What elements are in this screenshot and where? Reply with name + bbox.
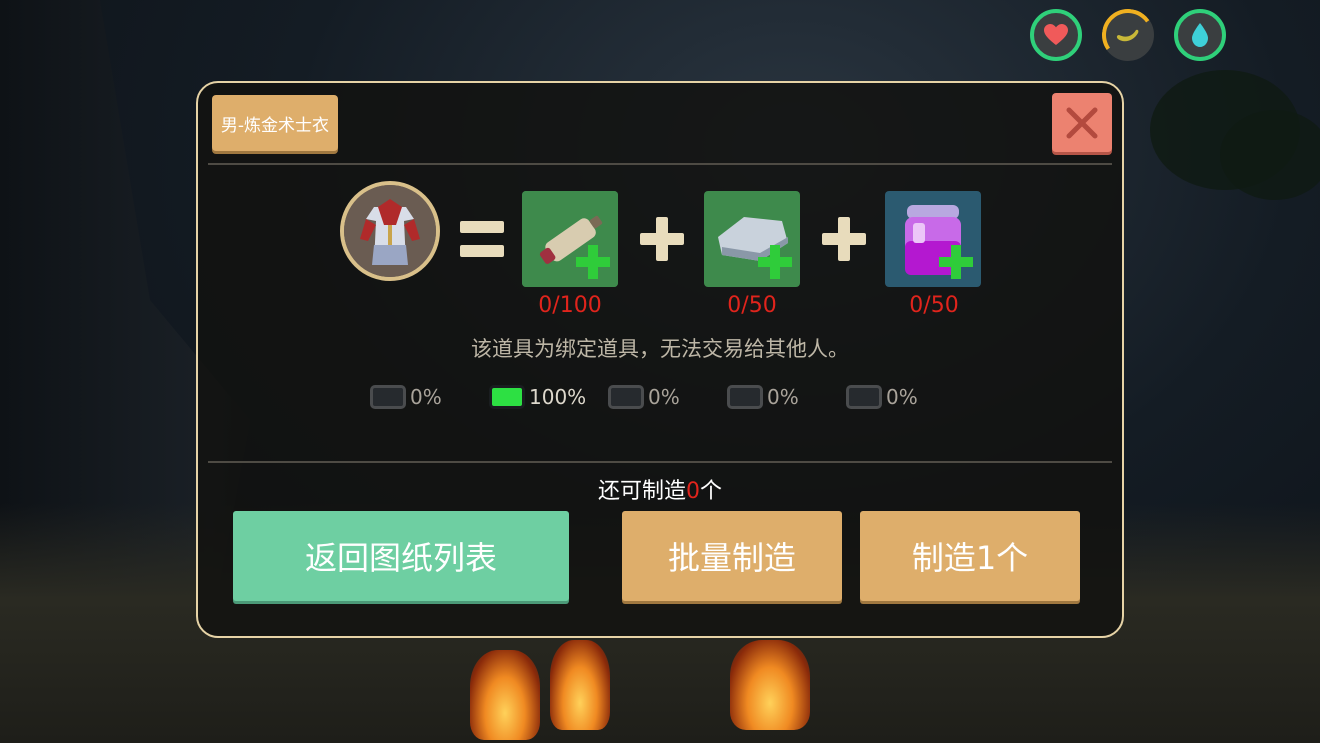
health-status-icon: [1030, 9, 1082, 61]
chance-checkbox: [370, 385, 406, 409]
alchemist-robe-icon: [344, 185, 436, 277]
chance-label: 100%: [529, 385, 587, 409]
heart-icon: [1044, 24, 1068, 45]
remaining-craft-count: 还可制造0个: [198, 473, 1122, 505]
fire-effect: [550, 640, 610, 730]
chance-checkbox: [608, 385, 644, 409]
remain-suffix: 个: [700, 479, 723, 504]
plus-sign: [640, 217, 684, 261]
chance-option-3[interactable]: 0%: [608, 385, 680, 409]
chance-checkbox: [846, 385, 882, 409]
chance-checkbox: [727, 385, 763, 409]
bound-item-notice: 该道具为绑定道具，无法交易给其他人。: [471, 337, 849, 361]
chance-label: 0%: [410, 385, 442, 409]
water-status-icon: [1174, 9, 1226, 61]
add-material-icon: [758, 245, 792, 279]
banana-icon: [1116, 29, 1139, 42]
craft-one-button[interactable]: 制造1个: [860, 511, 1080, 601]
fire-effect: [730, 640, 810, 730]
chance-option-2[interactable]: 100%: [489, 385, 586, 409]
chance-label: 0%: [886, 385, 918, 409]
fire-effect: [470, 650, 540, 740]
material-slot-1[interactable]: [522, 191, 618, 287]
chance-label: 0%: [767, 385, 799, 409]
material-slot-2[interactable]: [704, 191, 800, 287]
top-divider: [208, 163, 1112, 165]
chance-checkbox: [489, 385, 525, 409]
add-material-icon: [939, 245, 973, 279]
recipe-title-tab[interactable]: 男-炼金术士衣: [212, 95, 338, 151]
chance-label: 0%: [648, 385, 680, 409]
batch-craft-button[interactable]: 批量制造: [622, 511, 842, 601]
material-slot-3[interactable]: [885, 191, 981, 287]
hunger-status-icon: [1102, 9, 1154, 61]
close-icon: [1066, 107, 1098, 138]
chance-option-1[interactable]: 0%: [370, 385, 442, 409]
material-count-1: 0/100: [538, 293, 602, 318]
palm-tree: [1220, 110, 1320, 200]
remain-count: 0: [686, 479, 700, 504]
close-button[interactable]: [1052, 93, 1112, 152]
crafting-panel: 男-炼金术士衣 0/100 0/50 0/50 该道具为绑定道具，无法交易给其他…: [196, 81, 1124, 638]
material-count-2: 0/50: [727, 293, 777, 318]
add-material-icon: [576, 245, 610, 279]
remain-prefix: 还可制造: [597, 479, 686, 504]
equals-sign: [460, 221, 504, 259]
back-to-blueprints-button[interactable]: 返回图纸列表: [233, 511, 569, 601]
plus-sign: [822, 217, 866, 261]
result-item-slot[interactable]: [340, 181, 440, 281]
material-count-3: 0/50: [909, 293, 959, 318]
water-drop-icon: [1192, 23, 1208, 47]
chance-option-5[interactable]: 0%: [846, 385, 918, 409]
bottom-divider: [208, 461, 1112, 463]
chance-option-4[interactable]: 0%: [727, 385, 799, 409]
